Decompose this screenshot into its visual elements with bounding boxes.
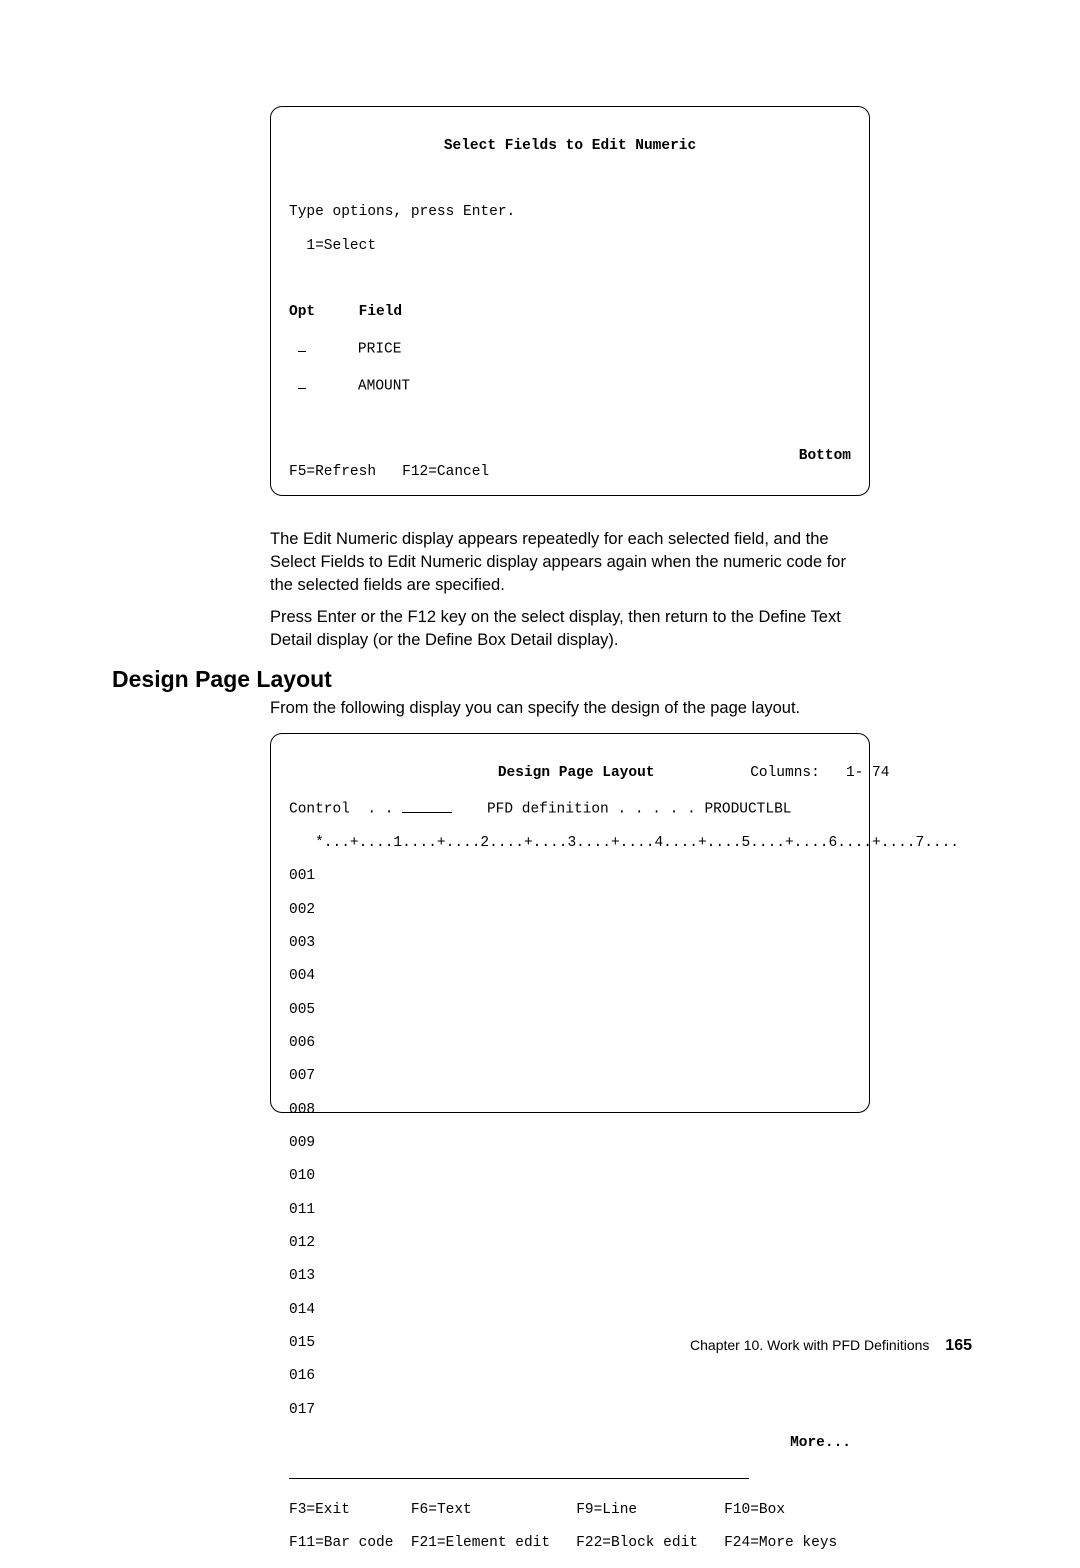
opt-input-1[interactable] — [298, 338, 306, 353]
spacer — [289, 171, 851, 188]
terminal-title: Select Fields to Edit Numeric — [289, 138, 851, 155]
line-009: 009 — [289, 1135, 851, 1152]
instructions-line1: Type options, press Enter. — [289, 204, 851, 221]
f11-barcode: F11=Bar code — [289, 1535, 393, 1551]
f22-block-edit: F22=Block edit — [576, 1535, 698, 1551]
line-016: 016 — [289, 1368, 851, 1385]
header-line-1: Design Page Layout Columns: 1- 74 — [289, 765, 851, 782]
fkeys-line-1: F3=Exit F6=Text F9=Line F10=Box — [289, 1502, 851, 1519]
line-013: 013 — [289, 1268, 851, 1285]
f6-text: F6=Text — [411, 1502, 472, 1518]
line-014: 014 — [289, 1302, 851, 1319]
line-007: 007 — [289, 1068, 851, 1085]
terminal-screen-select-fields: Select Fields to Edit Numeric Type optio… — [270, 106, 870, 496]
spacer — [289, 271, 851, 288]
line-011: 011 — [289, 1202, 851, 1219]
paragraph-2: Press Enter or the F12 key on the select… — [270, 606, 870, 652]
page-number: 165 — [945, 1337, 972, 1354]
function-keys: F5=Refresh F12=Cancel — [289, 464, 489, 481]
field-name-2: AMOUNT — [358, 378, 410, 394]
chapter-label: Chapter 10. Work with PFD Definitions — [690, 1337, 929, 1353]
terminal-title-2: Design Page Layout — [498, 765, 655, 781]
more-indicator: More... — [289, 1435, 851, 1452]
header-line-2: Control . . PFD definition . . . . . PRO… — [289, 798, 851, 818]
f9-line: F9=Line — [576, 1502, 637, 1518]
control-input[interactable] — [402, 798, 452, 813]
instructions-line2: 1=Select — [289, 238, 851, 255]
f10-box: F10=Box — [724, 1502, 785, 1518]
opt-input-2[interactable] — [298, 375, 306, 390]
separator-line — [289, 1468, 851, 1485]
f21-element-edit: F21=Element edit — [411, 1535, 550, 1551]
field-name-1: PRICE — [358, 341, 402, 357]
paragraph-1: The Edit Numeric display appears repeate… — [270, 528, 870, 597]
field-row-2: AMOUNT — [289, 375, 851, 395]
f24-more-keys: F24=More keys — [724, 1535, 837, 1551]
control-label: Control . . — [289, 802, 393, 818]
line-001: 001 — [289, 868, 851, 885]
column-headers: Opt Field — [289, 304, 851, 321]
line-006: 006 — [289, 1035, 851, 1052]
line-003: 003 — [289, 935, 851, 952]
line-010: 010 — [289, 1168, 851, 1185]
bottom-indicator: Bottom — [799, 448, 851, 465]
line-017: 017 — [289, 1402, 851, 1419]
paragraph-3: From the following display you can speci… — [270, 697, 870, 720]
columns-value: 1- 74 — [846, 765, 890, 781]
fkeys-line-2: F11=Bar code F21=Element edit F22=Block … — [289, 1535, 851, 1552]
field-row-1: PRICE — [289, 338, 851, 358]
field-header: Field — [359, 304, 403, 320]
pfd-definition: PFD definition . . . . . PRODUCTLBL — [487, 802, 792, 818]
page-footer: Chapter 10. Work with PFD Definitions 16… — [690, 1337, 972, 1355]
line-002: 002 — [289, 902, 851, 919]
columns-label: Columns: — [750, 765, 820, 781]
ruler-line: *...+....1....+....2....+....3....+....4… — [289, 835, 851, 852]
line-008: 008 — [289, 1102, 851, 1119]
line-004: 004 — [289, 968, 851, 985]
terminal-screen-design-page: Design Page Layout Columns: 1- 74 Contro… — [270, 733, 870, 1113]
opt-header: Opt — [289, 304, 315, 320]
line-012: 012 — [289, 1235, 851, 1252]
line-005: 005 — [289, 1002, 851, 1019]
f3-exit: F3=Exit — [289, 1502, 350, 1518]
section-heading: Design Page Layout — [112, 666, 332, 693]
